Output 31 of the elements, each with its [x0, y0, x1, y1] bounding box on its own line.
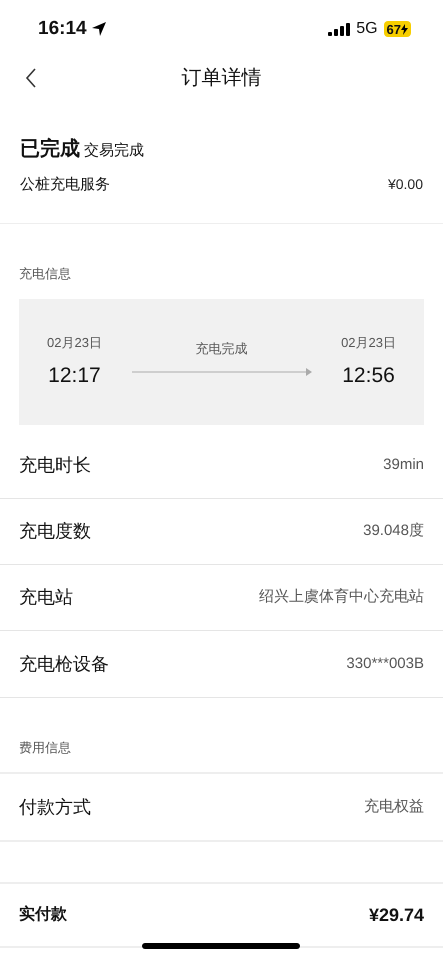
row-label: 付款方式 [19, 796, 91, 818]
total-label: 实付款 [19, 904, 67, 925]
row-value: 充电权益 [364, 796, 424, 817]
row-label: 充电枪设备 [19, 652, 109, 676]
section-title: 充电信息 [19, 264, 72, 282]
back-icon [25, 68, 37, 88]
location-arrow-icon [90, 21, 107, 37]
order-status-detail: 交易完成 [84, 141, 144, 161]
start-date: 02月23日 [47, 334, 102, 352]
page-title: 订单详情 [182, 66, 262, 91]
order-status: 已完成 [20, 136, 80, 162]
row-label: 充电度数 [19, 520, 91, 543]
battery-indicator: 67 [384, 21, 411, 37]
total-amount: ¥29.74 [368, 904, 424, 926]
end-time: 12:56 [342, 363, 395, 389]
arrow-icon [132, 366, 312, 377]
network-label: 5G [356, 19, 378, 39]
section-title: 费用信息 [19, 739, 71, 758]
row-value: 绍兴上虞体育中心充电站 [259, 587, 424, 608]
service-amount: ¥0.00 [388, 175, 423, 194]
row-label: 充电时长 [19, 454, 91, 477]
row-label: 充电站 [19, 586, 73, 609]
status-time: 16:14 [38, 16, 87, 41]
row-value: 330***003B [346, 654, 424, 674]
service-name: 公桩充电服务 [20, 175, 110, 195]
row-value: 39min [383, 455, 424, 476]
row-value: 39.048度 [363, 521, 424, 542]
end-date: 02月23日 [341, 334, 396, 352]
start-time: 12:17 [48, 363, 101, 389]
signal-icon [328, 22, 350, 36]
progress-label: 充电完成 [196, 340, 248, 358]
